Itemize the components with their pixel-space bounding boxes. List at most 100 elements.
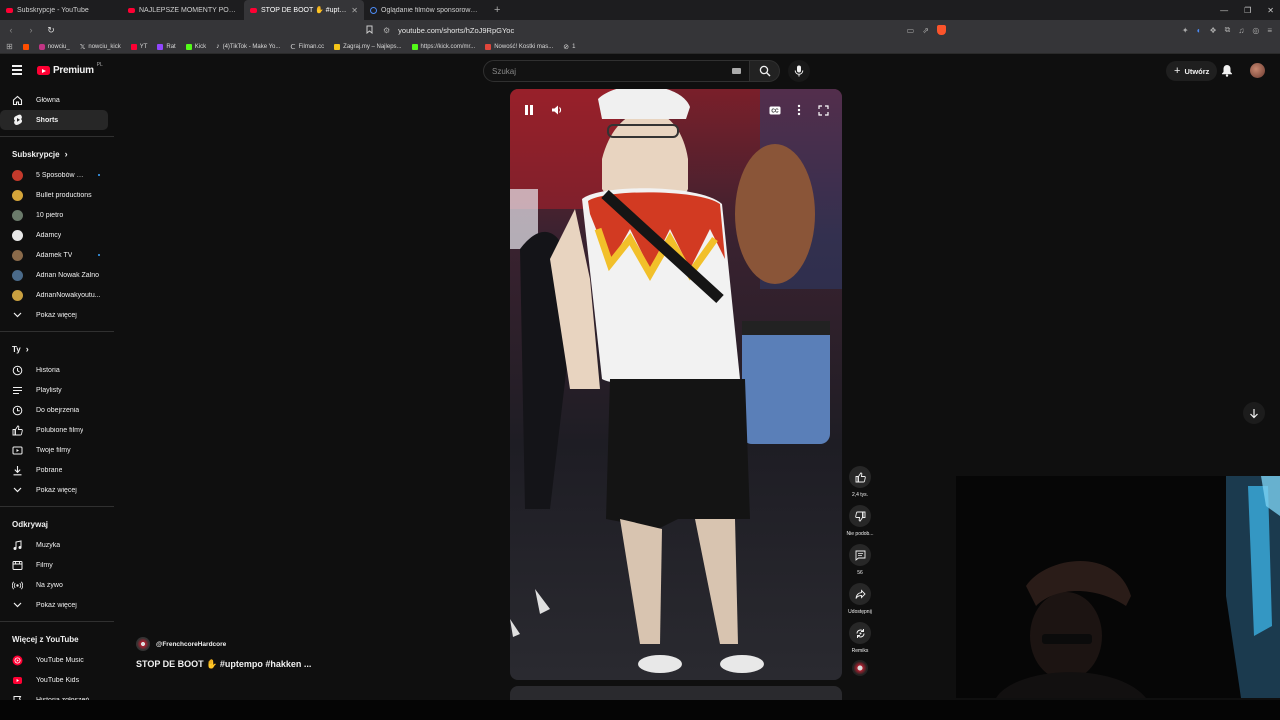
subscription-item-adrian-nowak-z-alno[interactable]: Adrian Nowak Żalno — [0, 265, 108, 285]
subscription-item-adamek-tv[interactable]: Adamek TV — [0, 245, 108, 265]
filman-icon: ᑕ — [290, 43, 296, 51]
remix-action[interactable]: Remiks — [844, 622, 876, 654]
search-button[interactable] — [750, 60, 780, 82]
pause-button[interactable] — [520, 101, 538, 119]
like-action[interactable]: 2,4 tys. — [844, 466, 876, 498]
minimize-icon[interactable]: — — [1220, 6, 1228, 15]
browser-tab[interactable]: Oglądanie filmów sponsorowanych — [364, 0, 486, 20]
new-tab-button[interactable]: + — [494, 4, 500, 16]
sidebar-item-muzyka[interactable]: Muzyka — [0, 535, 108, 555]
sidebar-item-shorts[interactable]: Shorts — [0, 110, 108, 130]
you-header[interactable]: Ty › — [0, 338, 116, 360]
site-settings-icon[interactable]: ⚙ — [383, 26, 390, 35]
sidebar-item-na-z-ywo[interactable]: Na żywo — [0, 575, 108, 595]
bookmark-item[interactable]: 𝕏nowciu_kick — [80, 43, 121, 51]
brave-shields-icon[interactable] — [936, 25, 946, 35]
browser-tab-active[interactable]: STOP DE BOOT ✋ #uptempo ✕ — [244, 0, 364, 20]
tab-title: NAJLEPSZE MOMENTY POLSKIEGO — [139, 6, 238, 14]
share-page-icon[interactable]: ⇗ — [922, 26, 929, 35]
sidebar-item-youtube-kids[interactable]: YouTube Kids — [0, 670, 108, 690]
bookmark-item[interactable]: Rat — [157, 43, 176, 50]
sidebar-item-playlisty[interactable]: Playlisty — [0, 380, 108, 400]
extension-icon[interactable]: ❖ — [1209, 26, 1216, 35]
apps-grid-icon[interactable]: ⊞ — [6, 42, 13, 51]
extensions-puzzle-icon[interactable]: ⧉ — [1225, 25, 1231, 35]
captions-button[interactable]: CC — [766, 101, 784, 119]
remix-button[interactable] — [849, 622, 871, 644]
bookmark-item[interactable]: YT — [130, 43, 147, 50]
close-window-icon[interactable]: ✕ — [1267, 6, 1274, 15]
url-field[interactable]: ⚙ youtube.com/shorts/hZoJ9RpGYoc — [383, 26, 843, 35]
sidebar-item-youtube-music[interactable]: YouTube Music — [0, 650, 108, 670]
bookmark-item[interactable]: https://kick.com/mr... — [411, 43, 475, 50]
reload-icon[interactable]: ↻ — [46, 25, 56, 36]
subscriptions-header[interactable]: Subskrypcje › — [0, 143, 116, 165]
sidebar-item-filmy[interactable]: Filmy — [0, 555, 108, 575]
hamburger-menu-icon[interactable] — [12, 65, 22, 75]
bookmark-item[interactable]: nowciu_ — [38, 43, 70, 50]
install-icon[interactable]: ▭ — [907, 26, 915, 35]
maximize-icon[interactable]: ❐ — [1244, 6, 1251, 15]
share-button[interactable] — [849, 583, 871, 605]
sound-avatar[interactable] — [852, 660, 868, 676]
channel-name[interactable]: @FrenchcoreHardcore — [156, 641, 226, 648]
dislike-action[interactable]: Nie podob... — [844, 505, 876, 537]
bookmark-item[interactable]: Nowość! Kostki mas... — [485, 43, 553, 50]
extension-icon[interactable]: ◐ — [1197, 26, 1202, 35]
short-title[interactable]: STOP DE BOOT ✋ #uptempo #hakken ... — [136, 659, 311, 670]
menu-icon[interactable]: ≡ — [1267, 26, 1272, 35]
share-action[interactable]: Udostępnij — [844, 583, 876, 615]
wallet-icon[interactable]: ◎ — [1252, 26, 1259, 35]
account-avatar[interactable] — [1250, 63, 1265, 78]
browser-tab[interactable]: Subskrypcje - YouTube — [0, 0, 122, 20]
back-icon[interactable]: ‹ — [6, 25, 16, 35]
channel-avatar — [12, 189, 23, 201]
subscription-item-adamcy[interactable]: Adamcy — [0, 225, 108, 245]
bookmark-icon[interactable] — [366, 25, 373, 36]
next-short-button[interactable] — [1243, 402, 1265, 424]
subscription-item-5-sposobo-w-na[interactable]: 5 Sposobów na... — [0, 165, 108, 185]
youtube-premium-logo[interactable]: Premium PL — [37, 62, 103, 76]
close-tab-icon[interactable]: ✕ — [351, 6, 358, 15]
bookmark-item[interactable]: ᑕ Filman.cc — [290, 43, 324, 51]
search-input[interactable]: Szukaj — [483, 60, 750, 82]
comments-action[interactable]: 56 — [844, 544, 876, 576]
bookmark-item[interactable]: Kick — [185, 43, 206, 50]
dislike-button[interactable] — [849, 505, 871, 527]
volume-button[interactable] — [548, 101, 566, 119]
sidebar-item-polubione-filmy[interactable]: Polubione filmy — [0, 420, 108, 440]
forward-icon[interactable]: › — [26, 25, 36, 35]
fullscreen-button[interactable] — [814, 101, 832, 119]
sound-action[interactable] — [844, 660, 876, 676]
channel-avatar[interactable] — [136, 637, 150, 651]
bookmark-item[interactable] — [22, 43, 29, 50]
sidebar-item-historia[interactable]: Historia — [0, 360, 108, 380]
browser-tab[interactable]: NAJLEPSZE MOMENTY POLSKIEGO — [122, 0, 244, 20]
sidebar-item-do-obejrzenia[interactable]: Do obejrzenia — [0, 400, 108, 420]
next-short-preview[interactable] — [510, 686, 842, 700]
channel-info[interactable]: @FrenchcoreHardcore — [136, 637, 226, 651]
media-icon[interactable]: ♫ — [1238, 26, 1244, 35]
extension-icon[interactable]: ✦ — [1182, 26, 1189, 35]
voice-search-button[interactable] — [788, 60, 810, 82]
more-options-button[interactable] — [790, 101, 808, 119]
notifications-bell-icon[interactable] — [1221, 64, 1233, 82]
sidebar-item-pokaz-wie-cej[interactable]: Pokaż więcej — [0, 480, 108, 500]
comments-button[interactable] — [849, 544, 871, 566]
subscription-item-adriannowakyoutu[interactable]: AdrianNowakyoutu... — [0, 285, 108, 305]
shorts-video-player[interactable]: CC — [510, 89, 842, 680]
like-button[interactable] — [849, 466, 871, 488]
keyboard-icon[interactable] — [732, 68, 741, 74]
sidebar-item-twoje-filmy[interactable]: Twoje filmy — [0, 440, 108, 460]
your-videos-icon — [12, 445, 23, 456]
sidebar-item-pokaz-wie-cej[interactable]: Pokaż więcej — [0, 595, 108, 615]
bookmark-item[interactable]: ⊘ 1 — [563, 43, 575, 51]
bookmark-item[interactable]: ♪ (4)TikTok - Make Yo... — [216, 43, 280, 50]
sidebar-item-pobrane[interactable]: Pobrane — [0, 460, 108, 480]
sidebar-show-more-subs[interactable]: Pokaż więcej — [0, 305, 108, 325]
subscription-item-bullet-productions[interactable]: Bullet productions — [0, 185, 108, 205]
subscription-item-10-pietro[interactable]: 10 pietro — [0, 205, 108, 225]
create-button[interactable]: + Utwórz — [1166, 61, 1218, 81]
sidebar-item-home[interactable]: Główna — [0, 90, 108, 110]
bookmark-item[interactable]: Zagraj.my – Najleps... — [334, 43, 402, 50]
